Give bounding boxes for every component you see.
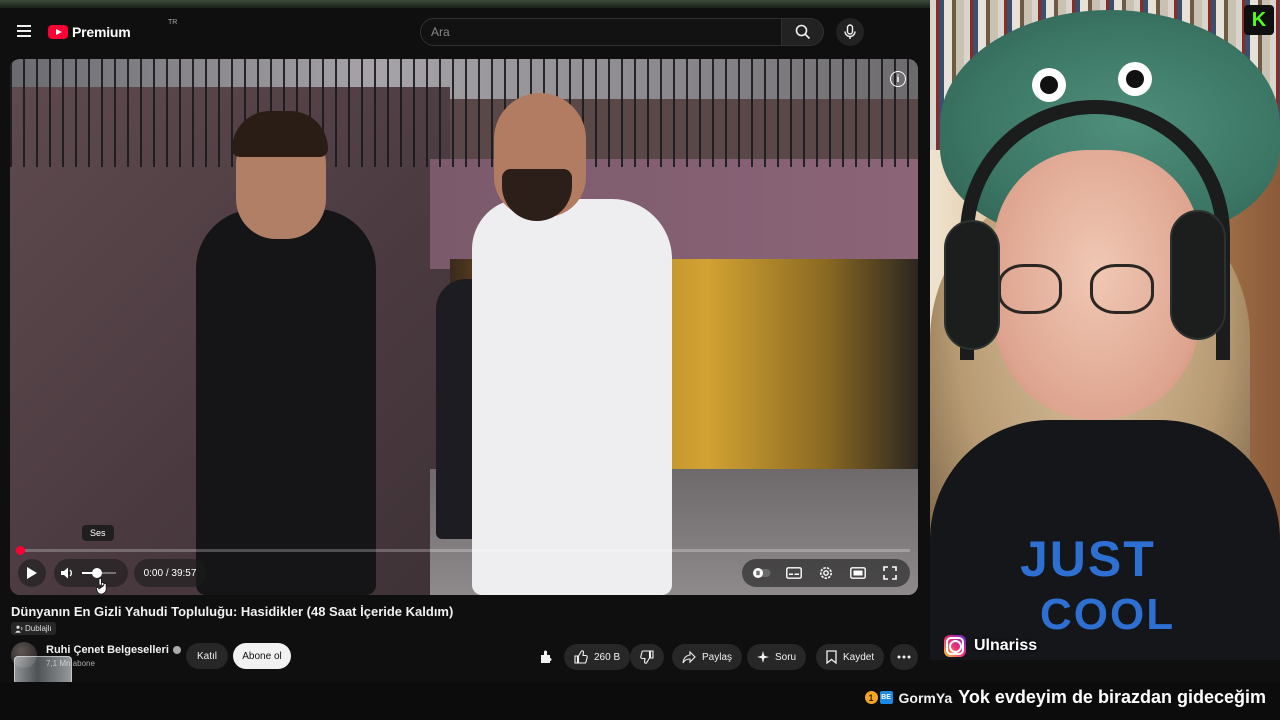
menu-icon[interactable] [14, 22, 34, 40]
more-horizontal-icon [897, 655, 911, 659]
microphone-icon [844, 24, 856, 39]
video-frame-fence [10, 59, 918, 167]
subtitles-icon[interactable] [782, 562, 806, 584]
kick-logo-letter: K [1251, 8, 1267, 31]
hat-eye-right [1118, 62, 1152, 96]
chat-badge: BE [879, 691, 893, 704]
video-frame-person-left [196, 209, 376, 595]
volume-slider[interactable] [82, 568, 116, 578]
subscribe-button[interactable]: Abone ol [233, 643, 291, 669]
instagram-tag: Ulnariss [940, 633, 1041, 659]
like-count: 260 B [594, 651, 621, 663]
theater-mode-icon[interactable] [846, 562, 870, 584]
video-frame-person-right [472, 199, 672, 595]
play-button[interactable] [18, 559, 46, 587]
autoplay-toggle-icon[interactable] [750, 562, 774, 584]
headset-earcup-right [1170, 210, 1226, 340]
verified-check-icon [172, 646, 181, 654]
dubbed-badge-label: Dublajlı [25, 624, 52, 633]
progress-bar[interactable] [16, 546, 910, 555]
kick-logo-icon: K [1244, 5, 1274, 35]
drinking-glass [14, 656, 72, 682]
progress-scrubber[interactable] [16, 546, 25, 555]
search-icon [795, 24, 810, 40]
join-button[interactable]: Katıl [186, 643, 228, 669]
volume-control [54, 559, 128, 587]
chat-message-text: Yok evdeyim de birazdan gideceğim [958, 687, 1266, 707]
channel-name-link[interactable]: Ruhi Çenet Belgeselleri [46, 644, 181, 656]
search-button[interactable] [782, 18, 824, 46]
thumbs-down-icon [640, 650, 654, 664]
search-input[interactable] [420, 18, 783, 46]
thumbs-up-icon [574, 650, 588, 664]
sparkle-icon [757, 651, 769, 663]
voice-search-button[interactable] [836, 18, 864, 46]
search-box [420, 18, 824, 46]
headset-earcup-left [944, 220, 1000, 350]
dubbed-audio-icon [15, 625, 23, 633]
instagram-handle: Ulnariss [974, 637, 1038, 654]
sparkle-puzzle-icon [541, 650, 552, 663]
like-button[interactable]: 260 B [564, 644, 631, 670]
dubbed-badge: Dublajlı [11, 622, 56, 635]
logo-country-code: TR [168, 19, 178, 26]
shirt-print-line1: JUST [1020, 531, 1156, 587]
ask-label: Soru [775, 651, 797, 663]
volume-icon[interactable] [60, 566, 74, 580]
save-button[interactable]: Kaydet [816, 644, 885, 670]
save-label: Kaydet [843, 651, 875, 663]
share-label: Paylaş [702, 651, 733, 663]
dislike-button[interactable] [630, 644, 664, 670]
video-player[interactable]: i Ses 0:00 / 39:57 [10, 59, 918, 595]
fullscreen-icon[interactable] [878, 562, 902, 584]
player-controls: 0:00 / 39:57 [10, 557, 918, 591]
share-button[interactable]: Paylaş [672, 644, 743, 670]
ask-button[interactable]: Soru [747, 644, 807, 670]
time-display: 0:00 / 39:57 [134, 559, 206, 587]
masthead: Premium TR [0, 8, 930, 54]
bookmark-icon [826, 650, 837, 664]
youtube-window: Premium TR i Ses [0, 0, 930, 682]
settings-gear-icon[interactable] [814, 562, 838, 584]
channel-name: Ruhi Çenet Belgeselleri [46, 644, 169, 656]
volume-slider-knob[interactable] [92, 568, 103, 578]
info-icon[interactable]: i [890, 71, 906, 87]
youtube-logo-icon [48, 25, 68, 39]
share-arrow-icon [682, 650, 696, 664]
chat-ticker: 1 BE GormYa Yok evdeyim de birazdan gide… [0, 682, 1280, 720]
hat-eye-left [1032, 68, 1066, 102]
streamer-webcam: JUST COOL [930, 0, 1280, 660]
video-title: Dünyanın En Gizli Yahudi Topluluğu: Hasi… [11, 604, 454, 619]
instagram-icon [944, 635, 966, 657]
more-actions-button[interactable] [890, 644, 918, 670]
logo-text: Premium [72, 24, 131, 40]
coin-badge-icon: 1 [864, 691, 878, 704]
window-top-edge [0, 0, 930, 8]
player-right-controls [742, 559, 910, 587]
chat-badges: 1 BE [864, 691, 893, 704]
play-icon [27, 567, 37, 579]
chat-username: GormYa [898, 689, 953, 706]
chat-message: 1 BE GormYa Yok evdeyim de birazdan gide… [864, 687, 1266, 708]
shirt-print-line2: COOL [1040, 590, 1176, 639]
youtube-premium-logo[interactable]: Premium TR [48, 19, 177, 42]
volume-tooltip: Ses [82, 525, 114, 541]
magic-effects-button[interactable] [532, 644, 560, 670]
